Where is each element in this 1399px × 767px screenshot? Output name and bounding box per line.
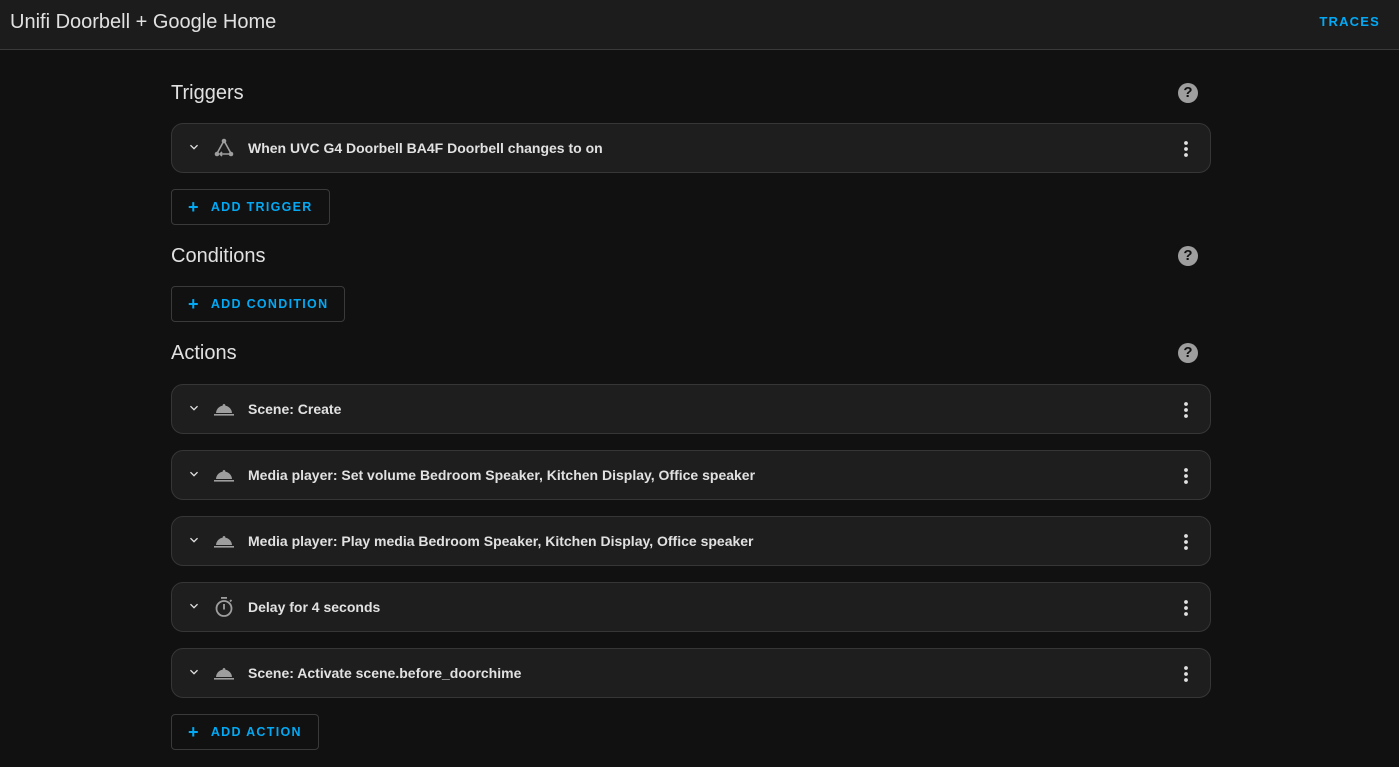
traces-button[interactable]: TRACES — [1319, 14, 1380, 30]
chevron-down-icon[interactable] — [186, 139, 202, 155]
state-change-icon — [214, 138, 234, 157]
add-trigger-button[interactable]: + ADD TRIGGER — [171, 189, 330, 225]
more-vertical-icon[interactable] — [1174, 137, 1198, 161]
action-label: Delay for 4 seconds — [248, 599, 381, 615]
more-vertical-icon[interactable] — [1174, 398, 1198, 422]
action-label: Scene: Create — [248, 401, 342, 417]
conditions-help-icon[interactable]: ? — [1178, 246, 1198, 266]
actions-heading: Actions — [171, 342, 237, 364]
add-condition-label: ADD CONDITION — [210, 297, 329, 311]
service-bell-icon — [214, 404, 234, 416]
chevron-down-icon[interactable] — [186, 466, 202, 482]
trigger-label: When UVC G4 Doorbell BA4F Doorbell chang… — [248, 140, 603, 156]
actions-help-icon[interactable]: ? — [1178, 343, 1198, 363]
timer-icon — [215, 597, 233, 617]
plus-icon: + — [188, 197, 200, 217]
plus-icon: + — [188, 294, 200, 314]
more-vertical-icon[interactable] — [1174, 530, 1198, 554]
action-label: Media player: Play media Bedroom Speaker… — [248, 533, 754, 549]
action-label: Scene: Activate scene.before_doorchime — [248, 665, 522, 681]
more-vertical-icon[interactable] — [1174, 464, 1198, 488]
page-title: Unifi Doorbell + Google Home — [10, 11, 277, 33]
trigger-row[interactable]: When UVC G4 Doorbell BA4F Doorbell chang… — [171, 123, 1211, 173]
chevron-down-icon[interactable] — [186, 400, 202, 416]
conditions-heading: Conditions — [171, 245, 266, 267]
chevron-down-icon[interactable] — [186, 532, 202, 548]
triggers-help-icon[interactable]: ? — [1178, 83, 1198, 103]
more-vertical-icon[interactable] — [1174, 662, 1198, 686]
chevron-down-icon[interactable] — [186, 664, 202, 680]
action-row[interactable]: Delay for 4 seconds — [171, 582, 1211, 632]
more-vertical-icon[interactable] — [1174, 596, 1198, 620]
top-app-bar: Unifi Doorbell + Google Home TRACES — [0, 0, 1399, 50]
action-row[interactable]: Media player: Set volume Bedroom Speaker… — [171, 450, 1211, 500]
service-bell-icon — [214, 470, 234, 482]
service-bell-icon — [214, 536, 234, 548]
add-condition-button[interactable]: + ADD CONDITION — [171, 286, 346, 322]
service-bell-icon — [214, 668, 234, 680]
triggers-heading: Triggers — [171, 82, 244, 104]
add-trigger-label: ADD TRIGGER — [210, 200, 313, 214]
action-label: Media player: Set volume Bedroom Speaker… — [248, 467, 756, 483]
action-row[interactable]: Media player: Play media Bedroom Speaker… — [171, 516, 1211, 566]
add-action-button[interactable]: + ADD ACTION — [171, 714, 319, 750]
add-action-label: ADD ACTION — [210, 725, 302, 739]
plus-icon: + — [188, 722, 200, 742]
action-row[interactable]: Scene: Activate scene.before_doorchime — [171, 648, 1211, 698]
action-row[interactable]: Scene: Create — [171, 384, 1211, 434]
chevron-down-icon[interactable] — [186, 598, 202, 614]
